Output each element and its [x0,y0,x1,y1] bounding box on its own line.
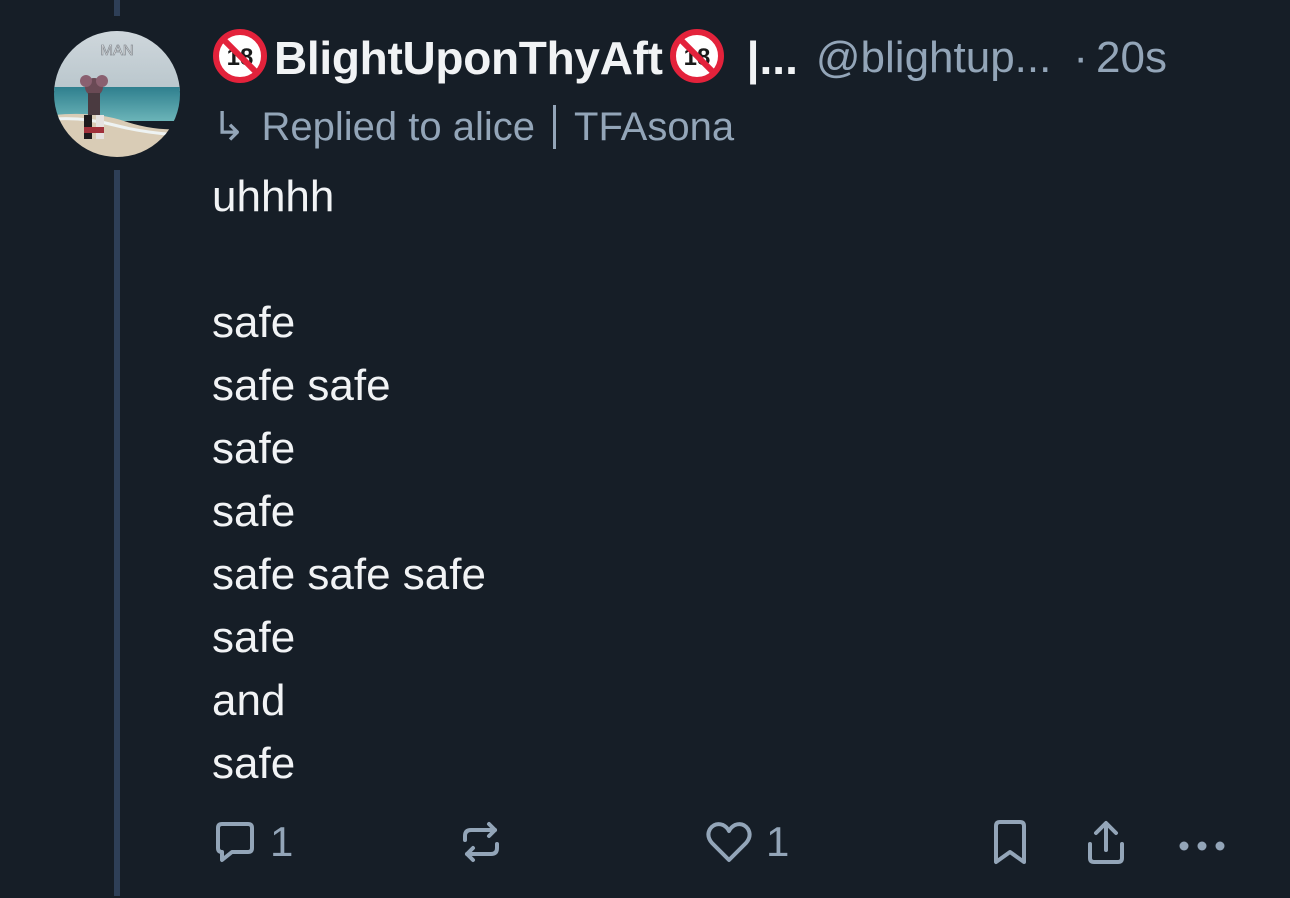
post-tag[interactable]: TFAsona [574,105,734,150]
bookmark-icon [994,820,1026,864]
no-under-18-icon: 18 [212,28,268,89]
body-line: safe [212,739,296,788]
avatar-overlay-text: MAN [100,42,133,59]
replied-to-link[interactable]: Replied to alice [262,105,536,150]
share-button[interactable] [1082,812,1130,872]
body-line: safe safe [212,361,391,410]
more-options-icon [1179,841,1225,851]
like-count: 1 [766,818,790,865]
reply-divider [553,105,557,149]
more-options-button[interactable] [1176,812,1228,872]
meta-separator: · [1073,33,1088,82]
repost-button[interactable] [457,812,505,872]
heart-icon [706,822,752,862]
body-line: and [212,676,286,725]
user-handle[interactable]: @blightup... [816,33,1051,83]
body-line: safe safe safe [212,550,486,599]
bookmark-button[interactable] [988,812,1032,872]
body-line: uhhhh [212,172,335,221]
body-line: safe [212,487,296,536]
display-name[interactable]: BlightUponThyAft [274,31,663,85]
post-card: MAN 18 BlightUponThyAft 18 |... @blightu… [0,0,1290,898]
body-line [212,228,486,291]
display-name-suffix[interactable]: |... [747,31,798,85]
no-under-18-icon: 18 [669,28,725,89]
post-timestamp[interactable]: 20s [1096,33,1167,83]
thread-line [114,170,120,896]
body-line: safe [212,298,296,347]
repost-icon [463,822,499,862]
post-header: 18 BlightUponThyAft 18 |... @blightup...… [212,28,1167,88]
like-button[interactable]: 1 [704,812,789,872]
body-line: safe [212,613,296,662]
reply-button[interactable]: 1 [210,812,293,872]
share-icon [1088,821,1124,864]
reply-context: ↳ Replied to alice TFAsona [212,100,734,154]
reply-count: 1 [270,818,294,865]
body-line: safe [212,424,296,473]
reply-icon [216,822,254,862]
avatar[interactable]: MAN [54,31,180,157]
post-body: uhhhh safe safe safe safe safe safe safe… [212,165,486,795]
thread-line-top [114,0,120,16]
post-actions: 1 1 [0,812,1290,872]
reply-arrow-icon: ↳ [212,105,246,149]
